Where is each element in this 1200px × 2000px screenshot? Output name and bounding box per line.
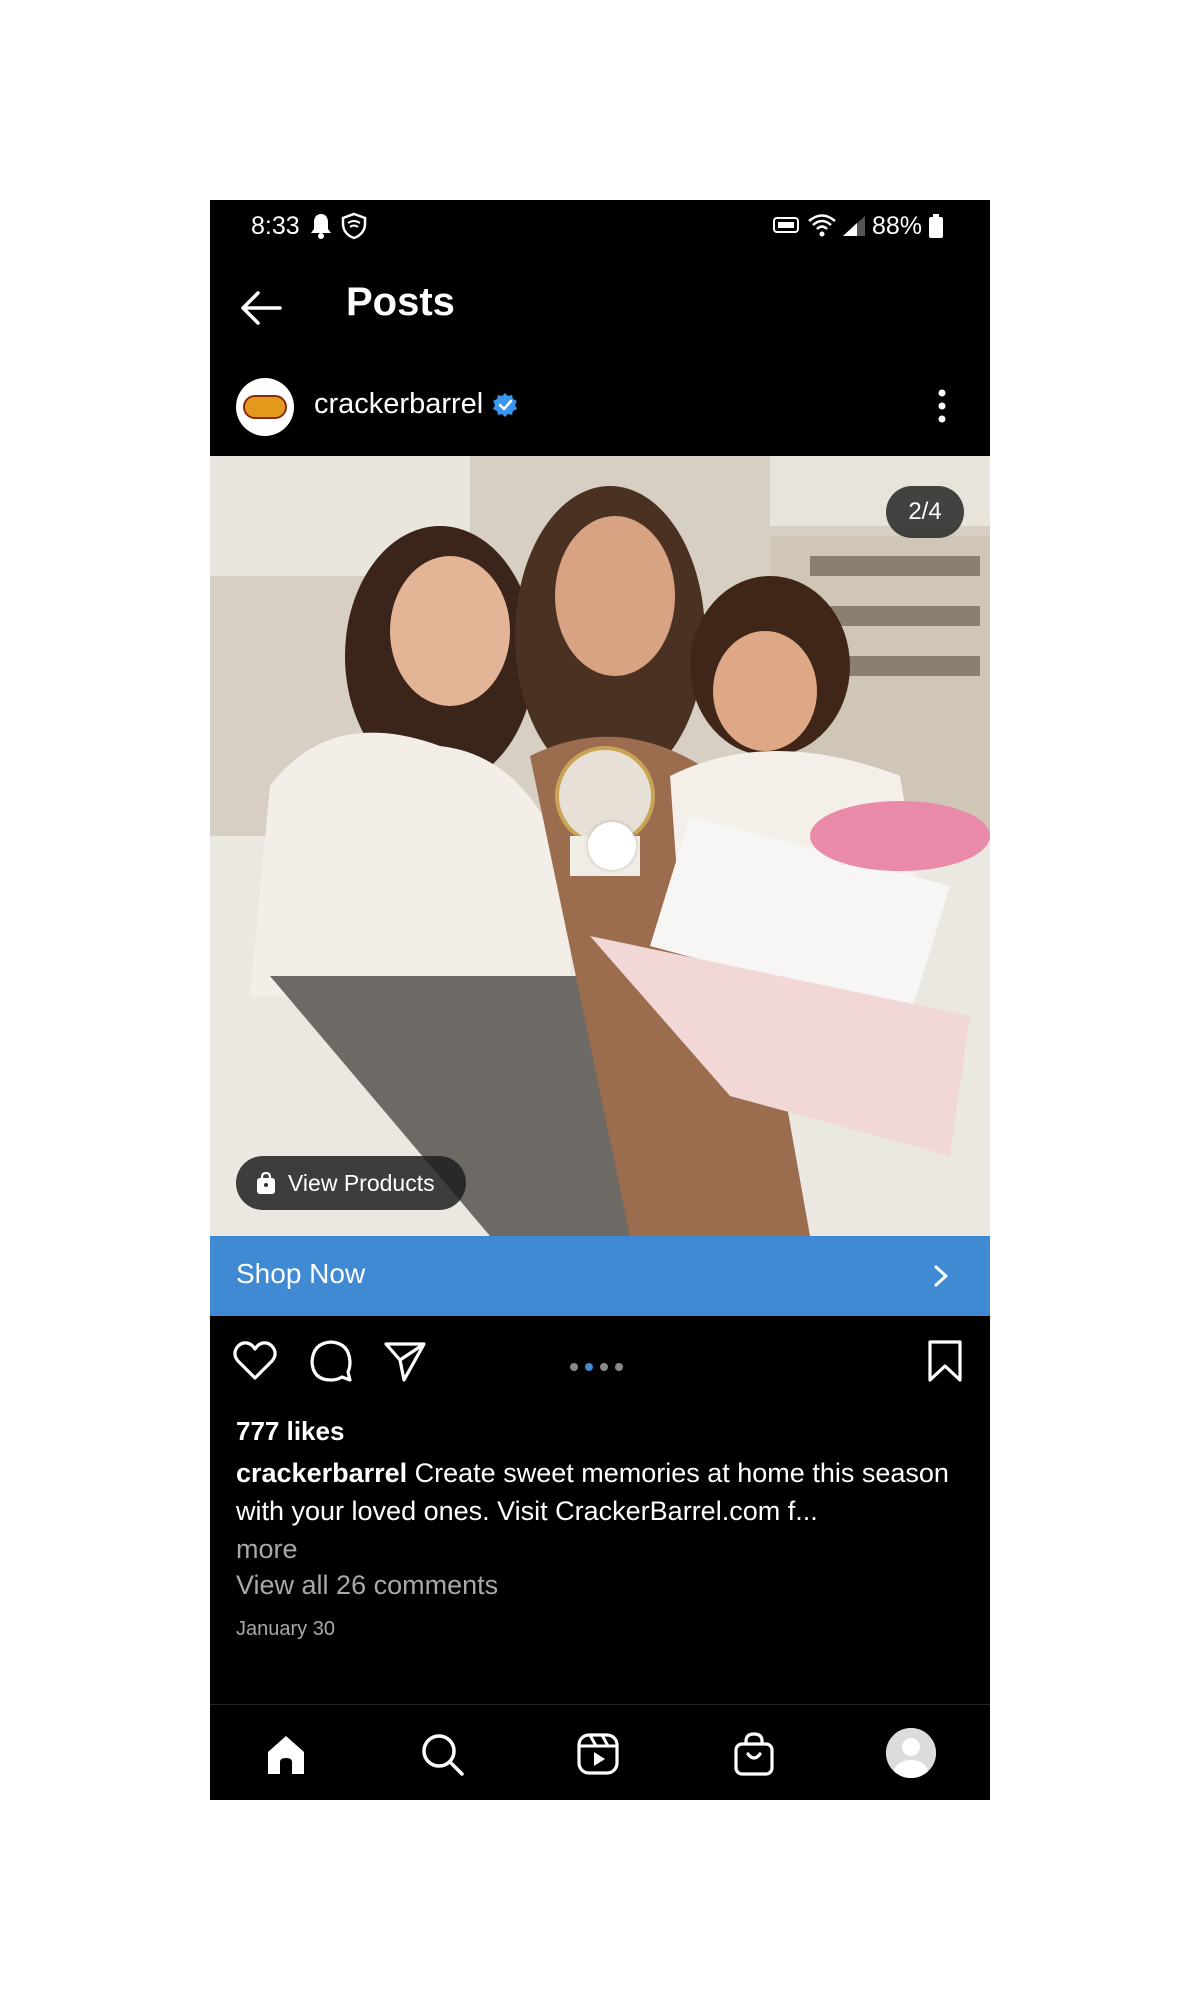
post-actions <box>210 1316 990 1406</box>
shop-now-label: Shop Now <box>236 1258 366 1289</box>
carousel-dot <box>615 1363 623 1371</box>
shield-icon <box>341 212 367 240</box>
top-header: Posts <box>210 254 990 366</box>
shopping-bag-icon <box>257 1171 275 1194</box>
likes-count[interactable]: 777 likes <box>236 1416 344 1447</box>
view-products-button[interactable]: View Products <box>236 1156 466 1210</box>
product-tag-dot[interactable] <box>588 822 636 870</box>
carousel-indicator <box>570 1358 630 1371</box>
shop-now-bar[interactable]: Shop Now <box>210 1236 990 1316</box>
shop-icon[interactable] <box>730 1730 778 1778</box>
bookmark-icon[interactable] <box>922 1338 968 1384</box>
post-image[interactable]: 2/4 View Products <box>210 456 990 1236</box>
post-date: January 30 <box>236 1618 335 1640</box>
arrow-left-icon[interactable] <box>238 288 284 328</box>
carousel-counter: 2/4 <box>886 486 964 538</box>
verified-badge-icon <box>493 393 517 417</box>
comment-icon[interactable] <box>308 1338 354 1384</box>
heart-icon[interactable] <box>232 1338 278 1384</box>
status-time: 8:33 <box>251 212 300 240</box>
chevron-right-icon <box>934 1265 948 1287</box>
status-bar: 8:33 88% <box>210 200 990 254</box>
battery-icon <box>929 214 943 238</box>
caption-username[interactable]: crackerbarrel <box>236 1458 407 1488</box>
caption-more-link[interactable]: more <box>236 1530 966 1568</box>
profile-avatar[interactable] <box>886 1728 936 1778</box>
view-products-label: View Products <box>288 1169 435 1196</box>
signal-icon <box>843 216 865 236</box>
page-title: Posts <box>346 280 455 324</box>
view-comments-link[interactable]: View all 26 comments <box>236 1570 498 1601</box>
post-header: crackerbarrel <box>210 366 990 456</box>
divider <box>210 1704 990 1705</box>
carousel-dot-active <box>585 1363 593 1371</box>
battery-percent: 88% <box>872 212 923 240</box>
home-icon[interactable] <box>262 1730 310 1778</box>
person-icon <box>886 1728 936 1778</box>
phone-screen: 8:33 88% Posts crackerbarrel 2/4 View Pr… <box>210 200 990 1800</box>
carousel-dot <box>570 1363 578 1371</box>
bell-icon <box>311 214 331 239</box>
account-avatar[interactable] <box>236 378 294 436</box>
share-icon[interactable] <box>382 1338 428 1384</box>
volte-icon <box>773 217 799 233</box>
more-options-icon[interactable] <box>936 388 948 424</box>
carousel-dot <box>600 1363 608 1371</box>
search-icon[interactable] <box>418 1730 466 1778</box>
wifi-icon <box>808 214 836 237</box>
brand-logo <box>243 395 287 419</box>
post-username[interactable]: crackerbarrel <box>314 388 483 421</box>
reels-icon[interactable] <box>574 1730 622 1778</box>
bottom-nav <box>210 1706 990 1800</box>
post-caption: crackerbarrel Create sweet memories at h… <box>236 1454 966 1568</box>
